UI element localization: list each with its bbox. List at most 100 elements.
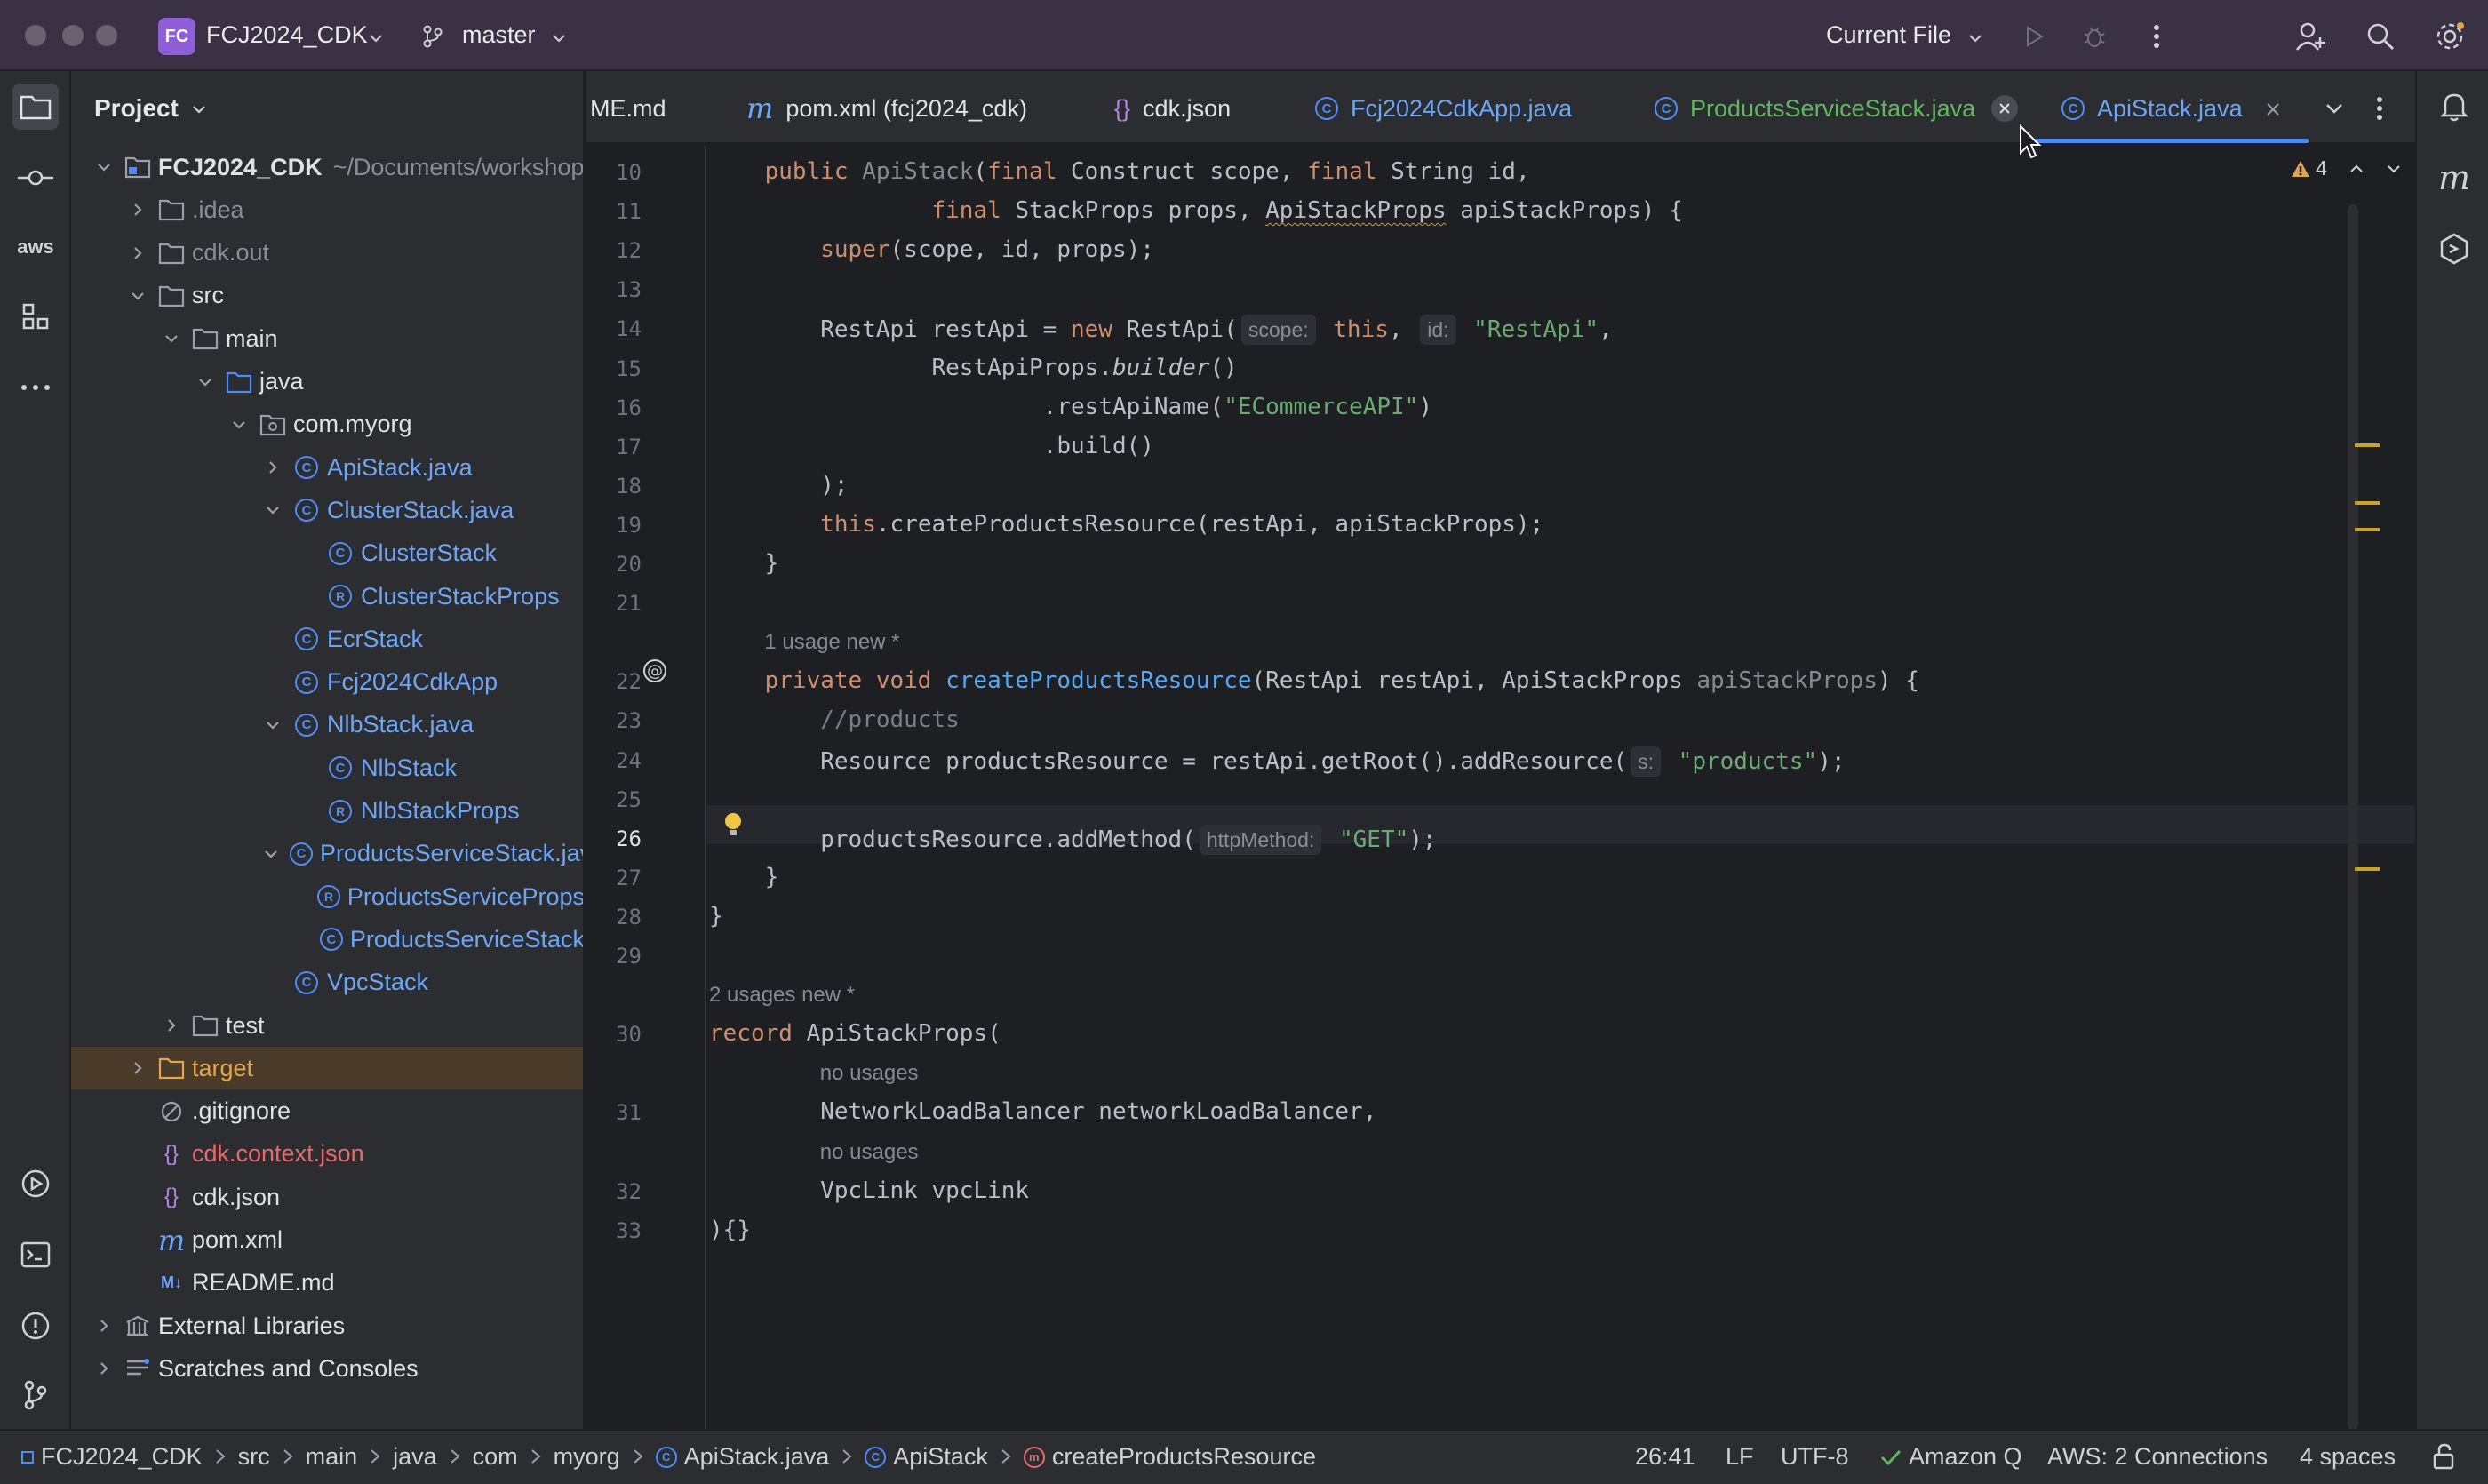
- chevron-down-icon[interactable]: [263, 715, 283, 735]
- project-panel-title[interactable]: Project: [94, 94, 207, 123]
- file-encoding[interactable]: UTF-8: [1781, 1443, 1849, 1471]
- breadcrumb-item[interactable]: myorg: [554, 1443, 620, 1471]
- code-line[interactable]: ){}: [709, 1217, 751, 1243]
- branch-icon[interactable]: [418, 16, 448, 57]
- chevron-down-icon[interactable]: [363, 18, 389, 59]
- code-line[interactable]: super(scope, id, props);: [709, 236, 1154, 263]
- more-actions-icon[interactable]: [2136, 16, 2177, 57]
- chevron-down-icon[interactable]: [263, 500, 283, 520]
- tree-item[interactable]: src: [71, 275, 583, 317]
- chevron-right-icon[interactable]: [128, 1058, 148, 1078]
- structure-tool-icon[interactable]: [12, 293, 59, 339]
- code-editor[interactable]: 10 11 12 13 14 15 16 17 18 19 20 21 22 23 24 25 26 27 28 29…: [586, 146, 2415, 1429]
- chevron-down-icon[interactable]: [162, 329, 181, 348]
- chevron-down-icon[interactable]: [1962, 18, 1989, 59]
- tree-item[interactable]: R NlbStackProps: [71, 790, 583, 833]
- line-separator[interactable]: LF: [1726, 1443, 1754, 1471]
- code-line[interactable]: RestApi restApi = new RestApi(scope: thi…: [709, 315, 1613, 346]
- git-tool-icon[interactable]: [12, 1372, 59, 1418]
- breadcrumb-item[interactable]: java: [393, 1443, 437, 1471]
- tree-item[interactable]: C ProductsServiceStack.java: [71, 833, 583, 875]
- maximize-window-button[interactable]: [96, 25, 117, 46]
- close-tab-icon[interactable]: [1991, 95, 2019, 122]
- code-line[interactable]: );: [709, 472, 848, 499]
- indent-setting[interactable]: 4 spaces: [2300, 1443, 2396, 1471]
- breadcrumb-item[interactable]: src: [238, 1443, 270, 1471]
- tree-item[interactable]: C ProductsServiceStack: [71, 918, 583, 961]
- code-line[interactable]: VpcLink vpcLink: [709, 1177, 1029, 1204]
- tree-item[interactable]: C NlbStack: [71, 746, 583, 789]
- services-tool-icon[interactable]: [12, 1161, 59, 1207]
- tree-item[interactable]: .gitignore: [71, 1090, 583, 1133]
- tree-item[interactable]: C EcrStack: [71, 618, 583, 660]
- amazon-q-status[interactable]: Amazon Q: [1880, 1443, 2022, 1471]
- tree-item[interactable]: C Fcj2024CdkApp: [71, 661, 583, 704]
- caret-position[interactable]: 26:41: [1635, 1443, 1695, 1471]
- search-icon[interactable]: [2360, 16, 2401, 57]
- chevron-down-icon[interactable]: [263, 844, 279, 864]
- horizontal-scrollbar[interactable]: [611, 146, 2415, 155]
- tree-item[interactable]: test: [71, 1004, 583, 1047]
- breadcrumb-item[interactable]: FCJ2024_CDK: [21, 1443, 203, 1471]
- code-line[interactable]: }: [709, 550, 779, 577]
- chevron-right-icon[interactable]: [162, 1016, 181, 1035]
- tab-products-service-stack[interactable]: C ProductsServiceStack.java: [1655, 89, 2019, 128]
- tree-item[interactable]: C ApiStack.java: [71, 446, 583, 489]
- code-line[interactable]: }: [709, 903, 723, 929]
- terminal-tool-icon[interactable]: [12, 1232, 59, 1278]
- tree-item[interactable]: java: [71, 361, 583, 403]
- code-lens[interactable]: 1 usage new *: [764, 630, 899, 655]
- code-line[interactable]: //products: [709, 706, 960, 733]
- breadcrumb-item[interactable]: C ApiStack.java: [655, 1443, 829, 1471]
- code-line[interactable]: .restApiName("ECommerceAPI"): [709, 394, 1432, 420]
- run-icon[interactable]: [2014, 16, 2054, 57]
- tree-item[interactable]: {} cdk.context.json: [71, 1133, 583, 1176]
- tree-item[interactable]: Scratches and Consoles: [71, 1347, 583, 1390]
- chevron-down-icon[interactable]: [229, 415, 249, 435]
- chevron-down-icon[interactable]: [94, 157, 114, 177]
- tree-item[interactable]: M↓ README.md: [71, 1262, 583, 1304]
- code-line[interactable]: this.createProductsResource(restApi, api…: [709, 511, 1543, 538]
- commit-tool-icon[interactable]: [12, 155, 59, 201]
- close-tab-icon[interactable]: [2266, 95, 2280, 123]
- implements-gutter-icon[interactable]: @: [642, 658, 668, 684]
- read-only-toggle-icon[interactable]: [2431, 1443, 2456, 1476]
- code-lens[interactable]: no usages: [820, 1140, 919, 1165]
- warning-marker[interactable]: [2355, 501, 2380, 505]
- code-line[interactable]: }: [709, 864, 779, 890]
- tab-pom-xml[interactable]: m pom.xml (fcj2024_cdk): [746, 89, 1027, 128]
- tree-item[interactable]: C ClusterStack: [71, 532, 583, 575]
- chevron-down-icon[interactable]: [128, 286, 148, 306]
- code-lens[interactable]: 2 usages new *: [709, 983, 855, 1008]
- tree-item[interactable]: .idea: [71, 188, 583, 231]
- tab-api-stack[interactable]: C ApiStack.java: [2061, 89, 2280, 128]
- chevron-right-icon[interactable]: [128, 200, 148, 219]
- chevron-down-icon[interactable]: [546, 18, 572, 59]
- problems-tool-icon[interactable]: [12, 1303, 59, 1349]
- tree-item[interactable]: C NlbStack.java: [71, 704, 583, 746]
- previous-highlight-icon[interactable]: [2348, 163, 2364, 175]
- chevron-right-icon[interactable]: [128, 243, 148, 263]
- tree-item[interactable]: R ClusterStackProps: [71, 575, 583, 618]
- debug-icon[interactable]: [2074, 16, 2115, 57]
- tree-item[interactable]: FCJ2024_CDK ~/Documents/workshop: [71, 146, 583, 188]
- more-tools-icon[interactable]: [12, 364, 59, 411]
- next-highlight-icon[interactable]: [2386, 163, 2402, 175]
- tab-list-dropdown-icon[interactable]: [2325, 89, 2344, 128]
- code-line[interactable]: Resource productsResource = restApi.getR…: [709, 746, 1846, 777]
- run-configuration[interactable]: Current File: [1826, 21, 1951, 49]
- aws-toolkit-icon[interactable]: aws: [12, 224, 59, 270]
- branch-name[interactable]: master: [462, 21, 536, 49]
- tree-item[interactable]: m pom.xml: [71, 1219, 583, 1262]
- breadcrumb-item[interactable]: C ApiStack: [865, 1443, 988, 1471]
- tree-item[interactable]: R ProductsServiceProps: [71, 875, 583, 918]
- tree-item[interactable]: C ClusterStack.java: [71, 489, 583, 531]
- project-name[interactable]: FCJ2024_CDK: [206, 21, 368, 49]
- tree-item[interactable]: target: [71, 1047, 583, 1090]
- chevron-right-icon[interactable]: [94, 1359, 114, 1378]
- amazon-q-icon[interactable]: [2431, 226, 2477, 272]
- breadcrumb-item[interactable]: m createProductsResource: [1023, 1443, 1316, 1471]
- tree-item[interactable]: {} cdk.json: [71, 1176, 583, 1218]
- minimize-window-button[interactable]: [62, 25, 84, 46]
- settings-icon[interactable]: [2429, 16, 2470, 57]
